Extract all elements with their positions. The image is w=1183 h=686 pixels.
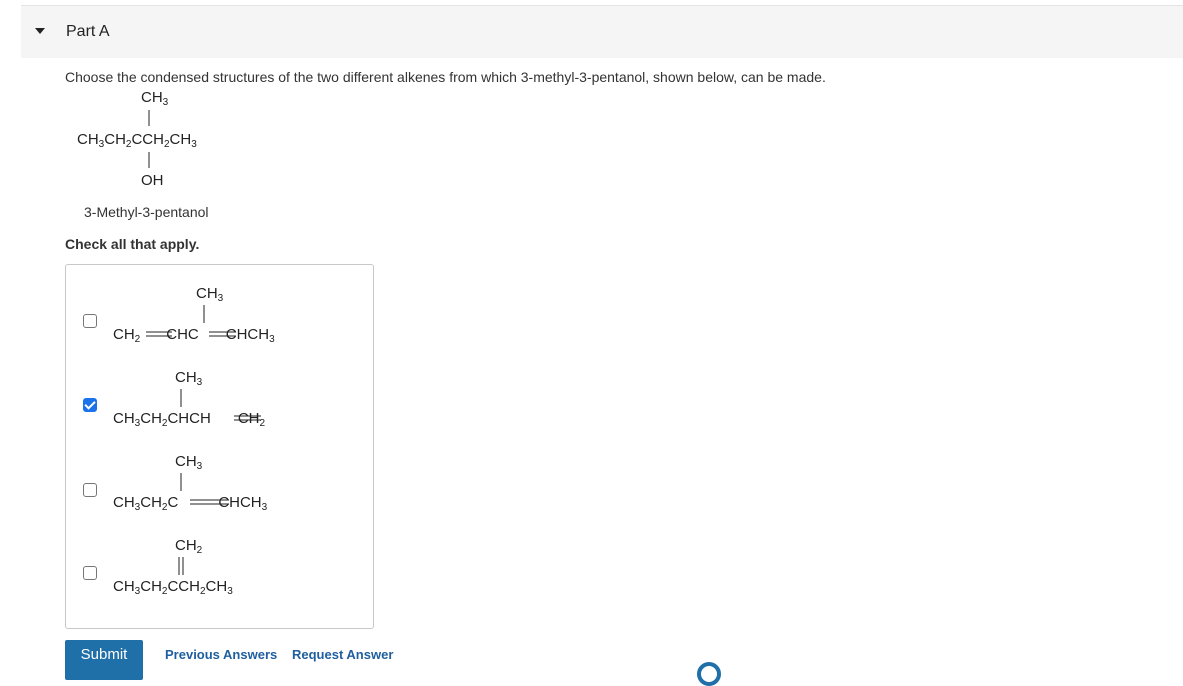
main-chain-label: CH3CH2CCH2CH3 <box>77 131 197 150</box>
instruction-text: Check all that apply. <box>65 236 200 252</box>
hydroxyl-label: OH <box>141 172 164 189</box>
pearson-logo-icon <box>697 662 721 686</box>
request-answer-link[interactable]: Request Answer <box>292 647 393 662</box>
options-box: CH3 CH2 CHC CHCH3 CH3 CH3CH2CHCH CH2 CH3 CH… <box>65 264 374 629</box>
part-title: Part A <box>66 23 110 40</box>
collapse-caret-icon[interactable] <box>35 28 45 34</box>
option-3-bonds <box>180 473 229 505</box>
question-text: Choose the condensed structures of the t… <box>65 69 826 85</box>
submit-button[interactable]: Submit <box>65 640 143 680</box>
option-4-bonds <box>178 557 184 575</box>
methyl-group-label: CH3 <box>141 89 169 108</box>
option-2-structure: CH3 CH3CH2CHCH CH2 <box>66 369 366 449</box>
option-2-bonds <box>180 389 261 421</box>
previous-answers-link[interactable]: Previous Answers <box>165 647 277 662</box>
option-1-bonds <box>146 305 236 337</box>
option-4-structure: CH2 CH3CH2CCH2CH3 <box>66 537 366 617</box>
compound-caption: 3-Methyl-3-pentanol <box>84 204 209 220</box>
option-3-structure: CH3 CH3CH2C CHCH3 <box>66 453 366 533</box>
part-header[interactable]: Part A <box>21 5 1183 58</box>
option-1-structure: CH3 CH2 CHC CHCH3 <box>66 285 366 365</box>
